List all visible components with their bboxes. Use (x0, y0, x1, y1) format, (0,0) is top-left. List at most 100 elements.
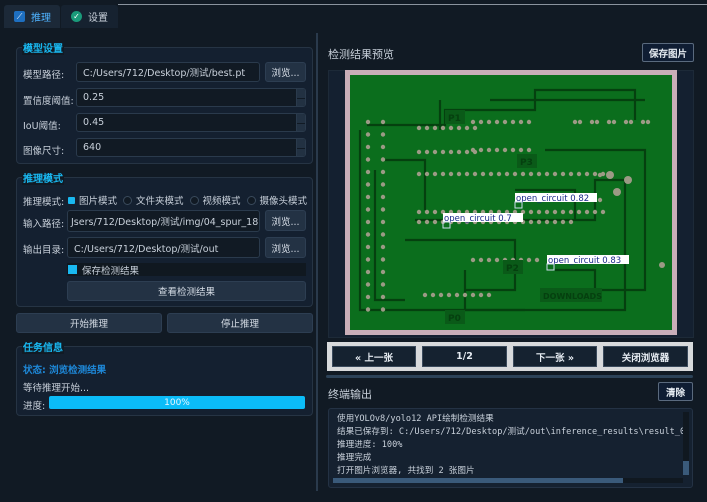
pcb-pad (416, 209, 422, 215)
pcb-pad (520, 171, 526, 177)
pcb-pad (432, 209, 438, 215)
pcb-pad (518, 119, 524, 125)
stop-inference-button[interactable]: 停止推理 (167, 313, 313, 333)
pcb-pad (536, 171, 542, 177)
imgsz-spinbox[interactable]: 640 (76, 138, 306, 157)
save-image-button[interactable]: 保存图片 (642, 43, 694, 62)
pcb-pad (380, 169, 386, 175)
terminal-line: 推理完成 (337, 453, 372, 463)
pcb-pad (380, 307, 386, 312)
terminal-vscrollbar[interactable] (683, 412, 689, 475)
output-dir-label: 输出目录: (23, 245, 65, 256)
radio-folder-mode[interactable]: 文件夹模式 (123, 193, 184, 207)
pcb-pad (544, 219, 550, 225)
pcb-pad (432, 219, 438, 225)
pcb-pad (380, 219, 386, 225)
terminal-output[interactable]: 使用YOLOv8/yolo12 API绘制检测结果 结果已保存到: C:/Use… (328, 408, 693, 488)
save-results-checkbox[interactable]: 保存检测结果 (67, 263, 306, 277)
pcb-pad (528, 171, 534, 177)
checkbox-label: 保存检测结果 (82, 265, 140, 277)
pcb-pad (659, 262, 665, 268)
pcb-pad (568, 209, 574, 215)
next-image-button[interactable]: 下一张 » (513, 346, 597, 367)
tab-label: 推理 (31, 13, 51, 24)
scroll-thumb[interactable] (683, 461, 689, 475)
pcb-pad (380, 244, 386, 250)
pcb-pad (365, 119, 371, 125)
tab-inference[interactable]: ⟋ 推理 (4, 5, 60, 28)
pcb-pad (448, 125, 454, 131)
pcb-pad (576, 171, 582, 177)
browse-input-button[interactable]: 浏览... (265, 210, 306, 231)
pcb-pad (528, 209, 534, 215)
pcb-pad (486, 119, 492, 125)
pcb-pad (572, 119, 578, 125)
model-path-label: 模型路径: (23, 70, 65, 81)
silk-label-p2: P2 (506, 264, 519, 274)
pcb-pad (597, 197, 603, 203)
mode-radio-group: 图片模式 文件夹模式 视频模式 摄像头模式 (68, 193, 313, 207)
pcb-pad (512, 171, 518, 177)
radio-image-mode[interactable]: 图片模式 (68, 193, 117, 207)
pcb-pad (494, 147, 500, 153)
radio-camera-mode[interactable]: 摄像头模式 (246, 193, 307, 207)
pcb-pad (472, 171, 478, 177)
pcb-pad (365, 157, 371, 162)
pcb-pad (560, 209, 566, 215)
spinner-arrows[interactable] (296, 139, 305, 156)
radio-label: 文件夹模式 (136, 196, 184, 207)
pcb-pad (422, 292, 428, 298)
pcb-pad (416, 149, 422, 155)
pcb-pad (486, 147, 492, 153)
clear-terminal-button[interactable]: 清除 (658, 382, 693, 401)
progress-bar: 100% (49, 396, 305, 409)
pcb-pad (628, 119, 634, 125)
pcb-image: P1 P3 P2 P0 DOWNLOADS open_circuit 0.7 o… (345, 70, 677, 335)
start-inference-button[interactable]: 开始推理 (16, 313, 162, 333)
panel-splitter[interactable] (316, 33, 318, 491)
pcb-pad (534, 257, 540, 263)
pcb-pad (380, 132, 386, 137)
silk-label-p3: P3 (520, 158, 533, 168)
pcb-pad (552, 171, 558, 177)
browse-model-button[interactable]: 浏览... (265, 62, 306, 82)
pcb-pad (446, 292, 452, 298)
pcb-pad (486, 292, 492, 298)
output-dir-field[interactable]: C:/Users/712/Desktop/测试/out (67, 237, 260, 258)
terminal-line: 打开图片浏览器, 共找到 2 张图片 (337, 466, 475, 476)
terminal-hscrollbar[interactable] (333, 478, 683, 483)
pcb-pad (424, 209, 430, 215)
pcb-pad (568, 219, 574, 225)
pcb-pad (478, 119, 484, 125)
pcb-pad (544, 171, 550, 177)
browse-output-button[interactable]: 浏览... (265, 237, 306, 258)
iou-spinbox[interactable]: 0.45 (76, 113, 306, 132)
pcb-pad (478, 257, 484, 263)
pcb-pad (640, 119, 646, 125)
radio-video-mode[interactable]: 视频模式 (189, 193, 241, 207)
pcb-pad (365, 282, 371, 287)
close-viewer-button[interactable]: 关闭浏览器 (603, 346, 688, 367)
pcb-pad (424, 171, 430, 177)
scroll-thumb[interactable] (333, 478, 623, 483)
spinner-arrows[interactable] (296, 89, 305, 106)
view-results-button[interactable]: 查看检测结果 (67, 281, 306, 301)
spinner-arrows[interactable] (296, 114, 305, 131)
pcb-pad (470, 147, 476, 153)
conf-spinbox[interactable]: 0.25 (76, 88, 306, 107)
pcb-pad (380, 294, 386, 300)
pcb-pad (380, 257, 386, 262)
pcb-pad (365, 257, 371, 262)
model-path-input[interactable]: C:/Users/712/Desktop/测试/best.pt (76, 62, 260, 82)
pcb-pad (510, 147, 516, 153)
pcb-pad (472, 125, 478, 131)
pcb-pad (488, 171, 494, 177)
pcb-pad (606, 171, 614, 179)
input-path-field[interactable]: Jsers/712/Desktop/测试/img/04_spur_18.jpg (67, 210, 260, 232)
pcb-pad (416, 219, 422, 225)
tab-settings[interactable]: ✓ 设置 (61, 5, 118, 28)
splitter-handle[interactable] (326, 375, 693, 378)
pcb-pad (365, 132, 371, 137)
prev-image-button[interactable]: « 上一张 (332, 346, 416, 367)
pcb-pad (552, 209, 558, 215)
